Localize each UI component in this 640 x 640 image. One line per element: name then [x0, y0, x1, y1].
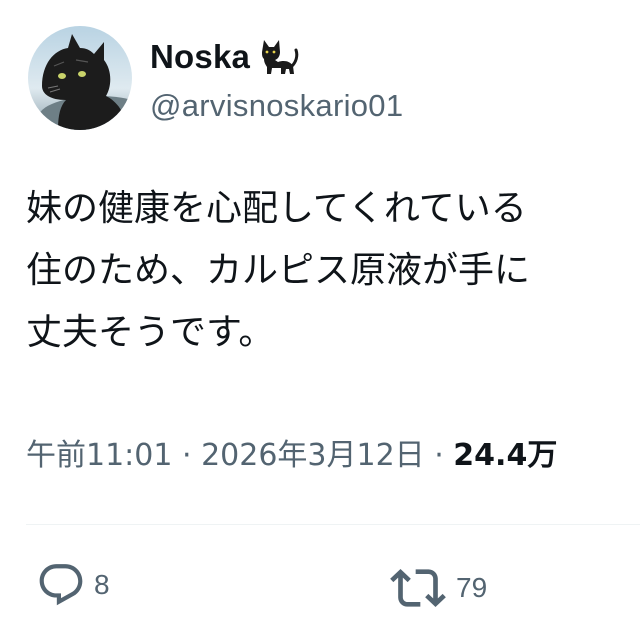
black-cat-avatar-icon: [28, 26, 132, 130]
tweet-date[interactable]: 2026年3月12日: [201, 438, 425, 473]
retweet-icon: [390, 569, 446, 607]
tweet-metadata: 午前11:01 · 2026年3月12日 · 24.4万: [26, 430, 640, 474]
tweet-text: 妹の健康を心配してくれている 住のため、カルピス原液が手に 丈夫そうです。: [26, 178, 640, 364]
reply-count: 8: [94, 569, 110, 600]
author-handle[interactable]: @arvisnoskario01: [150, 88, 403, 124]
retweet-button[interactable]: 79: [388, 560, 487, 616]
divider: [26, 524, 640, 525]
author-name-row[interactable]: Noska: [150, 34, 300, 80]
tweet-text-line: 住のため、カルピス原液が手に: [26, 250, 531, 291]
display-name[interactable]: Noska: [150, 38, 250, 76]
tweet-time[interactable]: 午前11:01: [26, 438, 172, 473]
avatar[interactable]: [28, 26, 132, 130]
action-bar: 8 79: [0, 560, 640, 620]
reply-button[interactable]: 8: [36, 560, 110, 610]
reply-icon: [39, 564, 83, 606]
meta-separator: ·: [172, 438, 202, 473]
tweet-text-line: 妹の健康を心配してくれている: [26, 188, 527, 229]
black-cat-emoji-icon: [254, 34, 300, 80]
tweet-card: Noska @arvisnoskario01 妹の健康を心配してくれている 住の…: [0, 0, 640, 640]
tweet-text-line: 丈夫そうです。: [26, 312, 275, 353]
meta-separator: ·: [424, 438, 454, 473]
view-count[interactable]: 24.4万: [453, 438, 557, 473]
retweet-count: 79: [456, 572, 488, 603]
